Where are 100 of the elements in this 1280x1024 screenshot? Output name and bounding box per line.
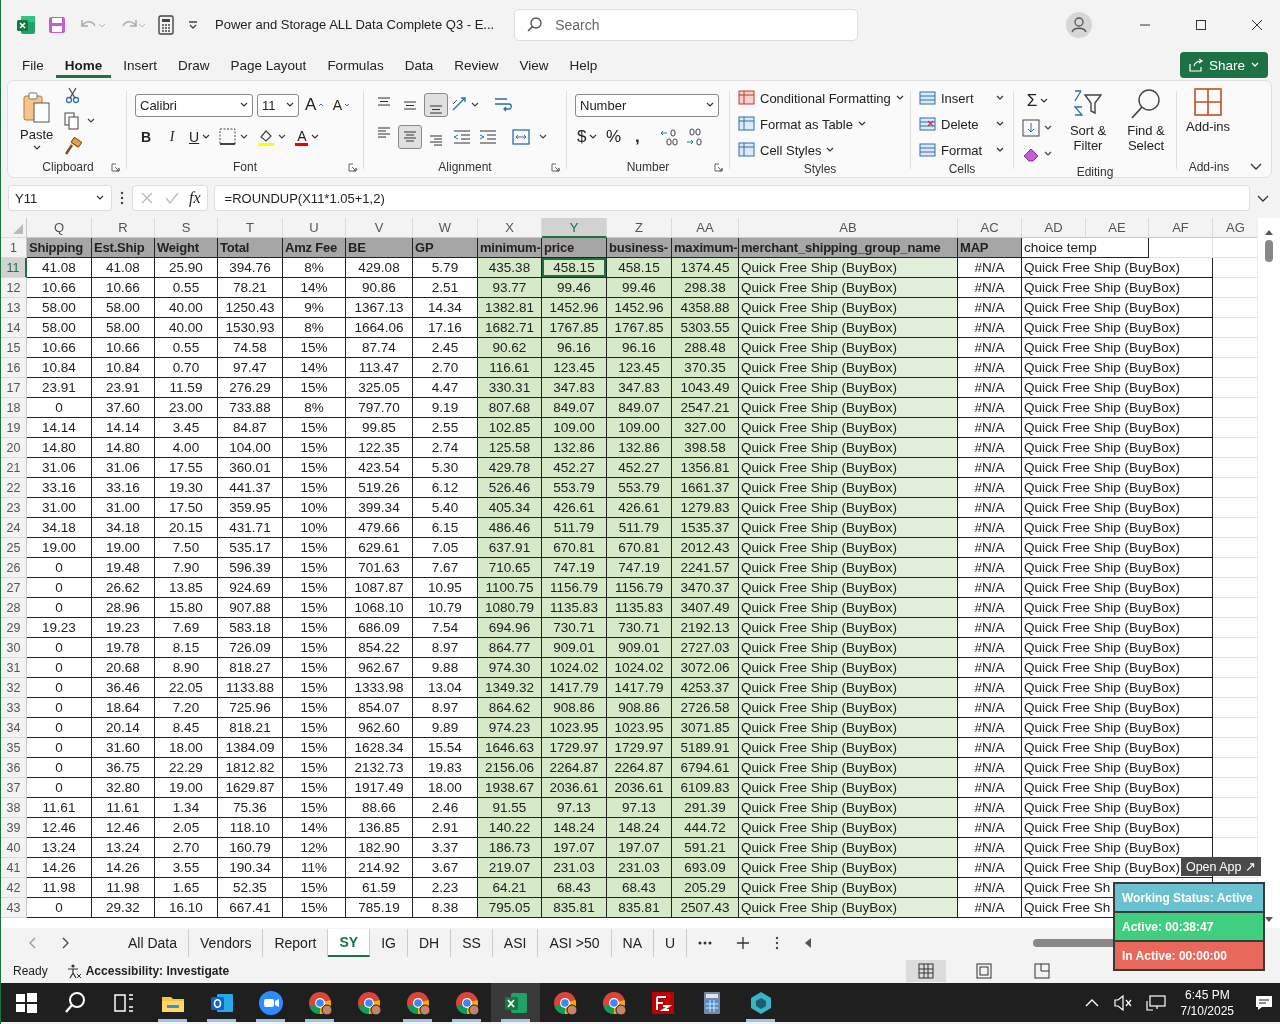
open-app-button[interactable]: Open App ↗ (1180, 857, 1261, 876)
cells-button[interactable]: Delete (919, 113, 1005, 135)
column-header[interactable]: AA (672, 218, 739, 238)
menu-tab[interactable]: Formulas (318, 52, 393, 78)
maximize-icon[interactable] (1195, 19, 1207, 31)
cells-button[interactable]: Format (919, 139, 1005, 161)
collapse-ribbon-icon[interactable] (1249, 161, 1263, 171)
paste-button[interactable]: Paste (16, 88, 58, 154)
expand-formula-icon[interactable] (1256, 193, 1270, 203)
percent-button[interactable]: % (602, 124, 625, 149)
find-select-button[interactable]: Find & Select (1120, 87, 1172, 153)
styles-button[interactable]: Cell Styles (738, 139, 908, 161)
scroll-up-icon[interactable] (1264, 228, 1274, 236)
column-header[interactable]: AD (1022, 218, 1086, 238)
row-header[interactable]: 17 (1, 378, 27, 398)
row-header[interactable]: 27 (1, 578, 27, 598)
row-header[interactable]: 42 (1, 878, 27, 898)
row-header[interactable]: 39 (1, 818, 27, 838)
column-header[interactable]: AB (739, 218, 958, 238)
more-options-icon[interactable] (118, 190, 126, 206)
column-header[interactable]: Z (607, 218, 672, 238)
row-header[interactable]: 14 (1, 318, 27, 338)
close-icon[interactable] (1251, 19, 1263, 31)
sheet-tab[interactable]: NA (611, 929, 655, 957)
shrink-font-button[interactable]: A (330, 93, 353, 117)
clock-date[interactable]: 7/10/2025 (1180, 1002, 1234, 1019)
horizontal-scrollbar[interactable] (1033, 939, 1114, 947)
sheet-tab[interactable]: IG (370, 929, 408, 957)
sheet-tab[interactable]: SS (451, 929, 493, 957)
normal-view-icon[interactable] (906, 959, 946, 982)
row-header[interactable]: 29 (1, 618, 27, 638)
row-header[interactable]: 36 (1, 758, 27, 778)
menu-tab[interactable]: Page Layout (221, 52, 316, 78)
sheet-tab[interactable]: Vendors (189, 929, 264, 957)
add-ins-button[interactable]: Add-ins (1183, 87, 1234, 134)
column-header[interactable]: AG (1213, 218, 1257, 238)
dialog-launcher-icon[interactable] (714, 163, 723, 172)
sheet-tab[interactable]: ASI (492, 929, 539, 957)
row-header[interactable]: 40 (1, 838, 27, 858)
row-header[interactable]: 15 (1, 338, 27, 358)
row-header[interactable]: 16 (1, 358, 27, 378)
row-header[interactable]: 18 (1, 398, 27, 418)
sheet-tab[interactable]: DH (407, 929, 452, 957)
formula-field[interactable]: =ROUNDUP(X11*1.05+1,2) (213, 185, 1250, 211)
insert-function-button[interactable]: fx (189, 189, 201, 207)
row-header[interactable]: 21 (1, 458, 27, 478)
column-header[interactable]: V (346, 218, 413, 238)
row-header[interactable]: 22 (1, 478, 27, 498)
row-header[interactable]: 33 (1, 698, 27, 718)
horizontal-align-button[interactable] (398, 125, 422, 149)
row-header[interactable]: 23 (1, 498, 27, 518)
row-header[interactable]: 11 (1, 258, 27, 278)
column-header[interactable]: Q (27, 218, 92, 238)
scroll-thumb[interactable] (1265, 240, 1273, 262)
underline-button[interactable]: U (187, 125, 214, 149)
row-header[interactable]: 31 (1, 658, 27, 678)
autosum-button[interactable]: Σ (1020, 89, 1056, 113)
font-size-dropdown[interactable]: 11 (257, 93, 299, 117)
bold-button[interactable]: B (135, 125, 157, 149)
grow-font-button[interactable]: A (303, 93, 327, 117)
scroll-left-icon[interactable] (803, 937, 814, 949)
sheet-tab[interactable]: ASI >50 (538, 929, 612, 957)
row-header[interactable]: 26 (1, 558, 27, 578)
sort-filter-button[interactable]: Sort & Filter (1062, 87, 1114, 153)
column-header[interactable]: U (283, 218, 346, 238)
avatar-icon[interactable] (1066, 12, 1092, 38)
row-header[interactable]: 34 (1, 718, 27, 738)
sheet-tab[interactable]: All Data (117, 929, 190, 957)
row-header[interactable]: 24 (1, 518, 27, 538)
row-header[interactable]: 28 (1, 598, 27, 618)
menu-tab[interactable]: Draw (169, 52, 219, 78)
italic-button[interactable]: I (161, 125, 183, 149)
network-icon[interactable] (1144, 993, 1167, 1012)
excel-logo-icon[interactable] (15, 14, 37, 36)
row-header[interactable]: 25 (1, 538, 27, 558)
font-color-button[interactable]: A (293, 125, 323, 149)
dialog-launcher-icon[interactable] (111, 163, 120, 172)
menu-tab[interactable]: File (13, 52, 53, 78)
cells-button[interactable]: Insert (919, 87, 1005, 109)
add-sheet-icon[interactable] (735, 935, 752, 951)
row-header[interactable]: 35 (1, 738, 27, 758)
column-header[interactable]: AC (958, 218, 1022, 238)
column-header[interactable]: AF (1149, 218, 1213, 238)
speaker-muted-icon[interactable] (1112, 993, 1133, 1012)
name-box[interactable]: Y11 (8, 185, 112, 211)
row-header[interactable]: 38 (1, 798, 27, 818)
column-header[interactable]: AE (1086, 218, 1149, 238)
row-header[interactable]: 43 (1, 898, 27, 918)
menu-tab[interactable]: Data (395, 52, 443, 78)
accessibility-button[interactable]: Accessibility: Investigate (65, 962, 230, 979)
sheet-tab[interactable]: U (654, 929, 688, 957)
row-header[interactable]: 12 (1, 278, 27, 298)
column-header[interactable]: W (413, 218, 478, 238)
dialog-launcher-icon[interactable] (348, 163, 357, 172)
row-header[interactable]: 41 (1, 858, 27, 878)
vertical-align-button[interactable] (424, 93, 448, 117)
row-header[interactable]: 30 (1, 638, 27, 658)
currency-button[interactable]: $ (575, 124, 601, 149)
calculator-icon[interactable] (157, 15, 175, 35)
column-header[interactable]: X (478, 218, 542, 238)
